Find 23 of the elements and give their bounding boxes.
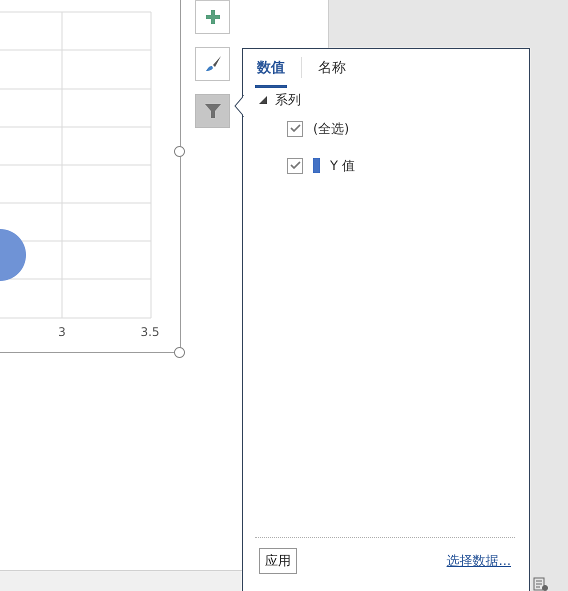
add-element-button[interactable] [195,0,230,34]
document-icon [533,577,549,591]
select-data-link[interactable]: 选择数据... [446,552,511,570]
tree-group-label: 系列 [275,92,301,109]
chart-filter-button[interactable] [195,94,230,128]
axis-tick-label: 3 [58,325,66,339]
brush-icon [204,55,222,73]
checkmark-icon [290,161,300,170]
filter-icon [204,103,220,119]
axis-tick-label: 3.5 [140,325,160,339]
resize-handle[interactable] [174,146,185,157]
panel-tab[interactable]: 名称 [316,57,348,88]
chart-style-button[interactable] [195,47,230,81]
series-label: Y 值 [330,158,356,174]
checkbox[interactable] [287,158,303,174]
series-label: (全选) [313,120,350,138]
checkmark-icon [290,124,300,133]
expand-triangle-icon[interactable] [259,96,267,104]
checkbox[interactable] [287,120,303,136]
plus-icon [206,10,220,24]
apply-button[interactable]: 应用 [259,548,297,574]
panel-tab[interactable]: 数值 [255,57,287,88]
resize-handle[interactable] [174,347,185,358]
